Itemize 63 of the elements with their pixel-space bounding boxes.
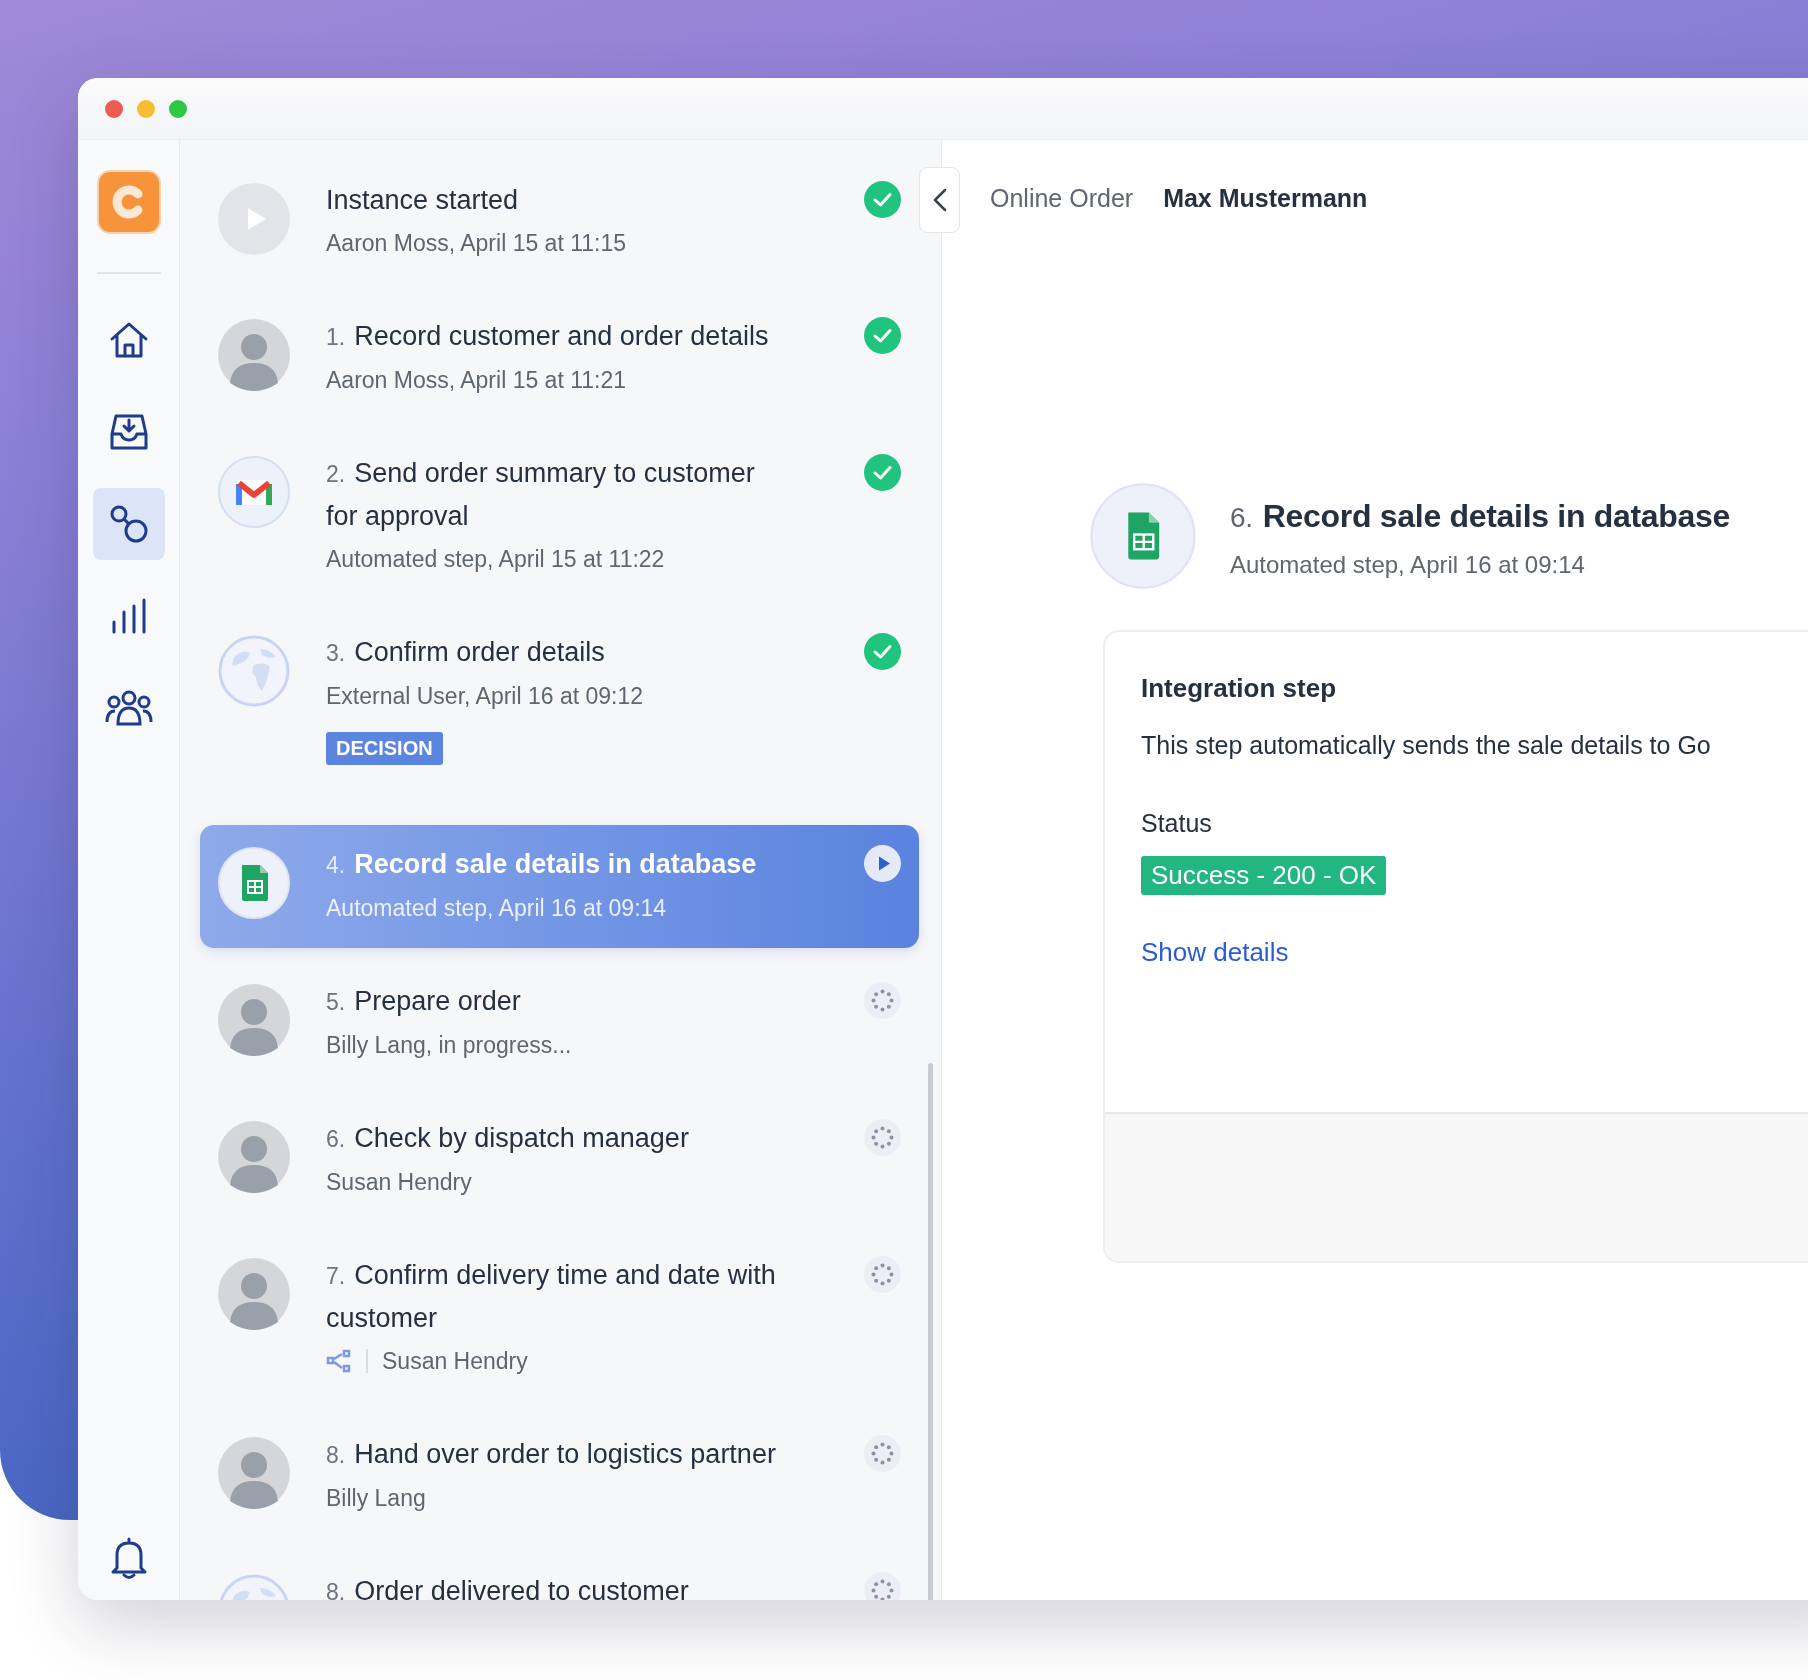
spreadsheet-icon [218,847,290,919]
close-button[interactable] [105,99,123,118]
step-item[interactable]: Instance started Aaron Moss, April 15 at 11:15 [200,161,919,283]
step-title: 3. Confirm order details [326,636,605,669]
step-subtitle: Automated step, April 15 at 11:22 [326,545,665,574]
breadcrumb-item[interactable]: Online Order [990,180,1134,216]
status-label: Status [1141,808,1212,839]
mail-icon [218,456,290,528]
avatar [218,319,290,391]
loading-icon [864,1119,901,1156]
step-subtitle: Susan Hendry [382,1347,528,1376]
step-item[interactable]: 7. Confirm delivery time and date with customer Susan Hendry [200,1236,919,1401]
step-subtitle: Susan Hendry [326,1168,472,1197]
scrollbar[interactable] [928,1063,933,1600]
step-subtitle: Billy Lang [326,1484,426,1513]
loading-icon [864,1435,901,1472]
card-heading: Integration step [1141,672,1336,705]
step-subtitle: External User, April 16 at 09:12 [326,682,644,711]
step-item[interactable]: 3. Confirm order details External User, April 16 at 09:12 DECISION [200,613,919,811]
avatar [218,984,290,1056]
loading-icon [864,982,901,1019]
check-icon [864,454,901,491]
step-title: 4. Record sale details in database [326,848,757,881]
play-icon [218,183,290,255]
check-icon [864,317,901,354]
nav-item[interactable] [92,488,165,560]
show-details-link[interactable]: Show details [1141,937,1289,968]
play-icon[interactable] [864,845,901,882]
step-title: 7. Confirm delivery time and date with customer [326,1259,777,1335]
check-icon [864,181,901,218]
step-title: 8. Hand over order to logistics partner [326,1438,776,1471]
check-icon [864,633,901,670]
step-item[interactable]: 8. Hand over order to logistics partner Billy Lang [200,1415,919,1538]
chevron-left-icon [932,188,947,212]
avatar [218,1258,290,1330]
step-title: 6. Record sale details in database [1230,497,1731,536]
breadcrumb-item[interactable]: Max Mustermann [1163,180,1368,216]
decision-tag: DECISION [326,732,443,765]
avatar [218,1437,290,1509]
step-item[interactable]: 1. Record customer and order details Aaron Moss, April 15 at 11:21 [200,297,919,420]
step-title: Instance started [326,184,519,217]
step-title: 2. Send order summary to customer for approval [326,457,756,533]
step-title: 5. Prepare order [326,985,521,1018]
step-subtitle: Automated step, April 16 at 09:14 [1230,551,1586,579]
description: This step automatically sends the sale details to Go [1141,730,1711,761]
loading-icon [864,1256,901,1293]
step-item[interactable]: 2. Send order summary to customer for approval Automated step, April 15 at 11:22 [200,434,919,599]
step-item[interactable]: 6. Check by dispatch manager Susan Hendry [200,1099,919,1222]
step-subtitle: Automated step, April 16 at 09:14 [326,894,667,923]
team-icon [103,688,154,728]
step-subtitle: Billy Lang, in progress... [326,1031,572,1060]
step-subtitle: Aaron Moss, April 15 at 11:21 [326,366,627,395]
step-item[interactable]: 8. Order delivered to customer [200,1552,919,1600]
globe-icon [218,635,290,707]
step-subtitle: Aaron Moss, April 15 at 11:15 [326,229,627,258]
collapse-button[interactable] [919,167,960,233]
step-item[interactable]: 5. Prepare order Billy Lang, in progress... [200,962,919,1085]
avatar [218,1121,290,1193]
status-badge: Success - 200 - OK [1141,856,1387,895]
spreadsheet-icon [1090,483,1196,589]
step-title: 8. Order delivered to customer [326,1575,689,1600]
step-title: 1. Record customer and order details [326,320,769,353]
step-title: 6. Check by dispatch manager [326,1122,689,1155]
